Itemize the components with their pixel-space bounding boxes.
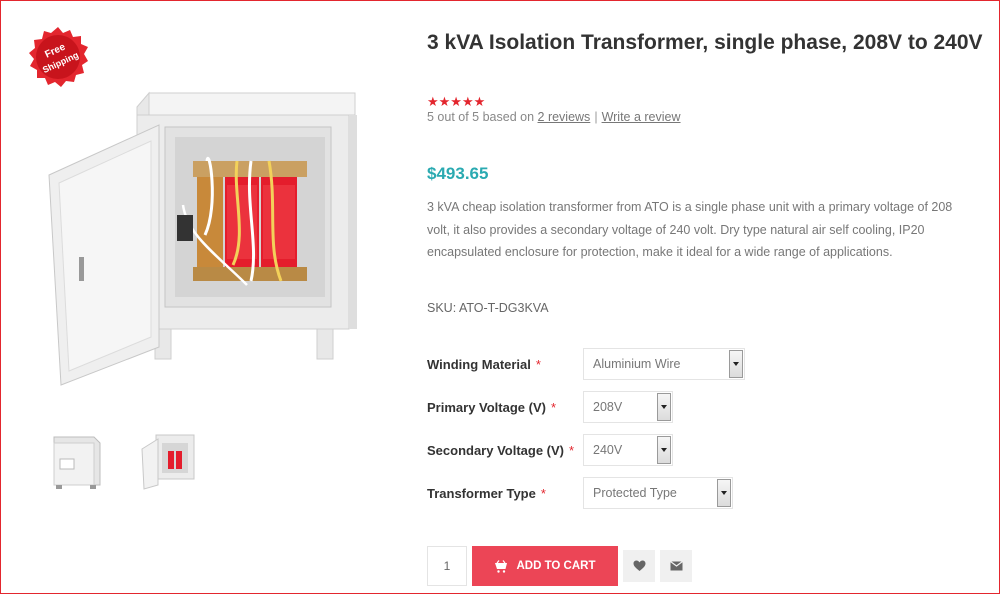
thumbnail-image-1[interactable] <box>46 429 104 491</box>
option-label-secondary-voltage: Secondary Voltage (V) * <box>427 443 574 458</box>
chevron-down-icon <box>717 479 731 507</box>
option-label-text: Secondary Voltage (V) <box>427 443 565 458</box>
chevron-down-icon <box>657 436 671 464</box>
reviews-link[interactable]: 2 reviews <box>538 110 591 124</box>
thumbnail-image-2[interactable] <box>138 429 196 491</box>
option-label-text: Transformer Type <box>427 486 536 501</box>
description-line-2: volt, it also provides a secondary volta… <box>427 222 925 237</box>
secondary-voltage-select[interactable]: 240V <box>583 434 673 466</box>
product-description: 3 kVA cheap isolation transformer from A… <box>427 196 999 264</box>
envelope-icon <box>669 561 683 571</box>
select-value: 208V <box>593 400 623 414</box>
product-title: 3 kVA Isolation Transformer, single phas… <box>427 31 983 54</box>
share-email-button[interactable] <box>660 550 692 582</box>
option-label-transformer-type: Transformer Type * <box>427 486 546 501</box>
select-value: Protected Type <box>593 486 677 500</box>
product-page: Free Shipping 3 kVA Isolation Transforme… <box>0 0 1000 594</box>
rating-text: 5 out of 5 based on <box>427 110 535 124</box>
write-review-link[interactable]: Write a review <box>602 110 681 124</box>
option-label-primary-voltage: Primary Voltage (V) * <box>427 400 556 415</box>
product-sku: SKU: ATO-T-DG3KVA <box>427 301 549 315</box>
description-line-3: encapsulated enclosure for protection, m… <box>427 245 893 259</box>
select-value: Aluminium Wire <box>593 357 681 371</box>
option-label-winding-material: Winding Material * <box>427 357 541 372</box>
heart-icon <box>633 560 645 571</box>
required-marker: * <box>540 486 546 501</box>
rating-separator: | <box>594 110 598 124</box>
free-shipping-badge-icon: Free Shipping <box>29 27 88 87</box>
option-label-text: Primary Voltage (V) <box>427 400 546 415</box>
option-label-text: Winding Material <box>427 357 531 372</box>
primary-voltage-select[interactable]: 208V <box>583 391 673 423</box>
rating-summary: 5 out of 5 based on 2 reviews | Write a re… <box>427 110 681 124</box>
required-marker: * <box>550 400 557 415</box>
add-to-cart-label: ADD TO CART <box>516 560 596 572</box>
add-to-cart-button[interactable]: ADD TO CART <box>472 546 618 586</box>
main-product-image <box>48 91 357 386</box>
quantity-input[interactable]: 1 <box>427 546 467 586</box>
rating-stars: ★★★★★ <box>427 95 486 110</box>
winding-material-select[interactable]: Aluminium Wire <box>583 348 745 380</box>
cart-icon <box>495 559 508 573</box>
description-line-1: 3 kVA cheap isolation transformer from A… <box>427 200 953 214</box>
select-value: 240V <box>593 443 623 457</box>
chevron-down-icon <box>729 350 743 378</box>
product-price: $493.65 <box>427 164 489 183</box>
transformer-type-select[interactable]: Protected Type <box>583 477 733 509</box>
required-marker: * <box>535 357 541 372</box>
chevron-down-icon <box>657 393 671 421</box>
wishlist-button[interactable] <box>623 550 655 582</box>
required-marker: * <box>569 443 575 458</box>
